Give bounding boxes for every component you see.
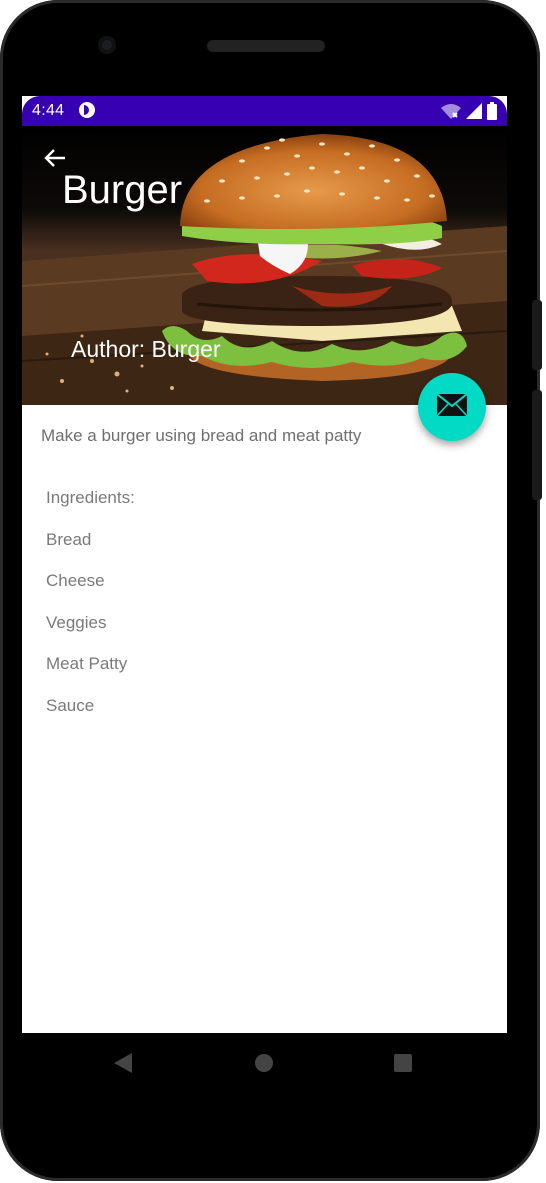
battery-icon [487,102,497,120]
ingredient-item: Cheese [46,571,105,590]
ingredient-item: Meat Patty [46,654,128,673]
wifi-icon [441,103,461,119]
nav-back-icon[interactable] [114,1053,132,1078]
front-camera [98,36,116,54]
nav-home-icon[interactable] [255,1054,273,1072]
status-icons [441,101,497,121]
recipe-description: Make a burger using bread and meat patty [41,426,362,445]
system-nav-bar [22,1033,507,1093]
ingredients-list: Ingredients: Bread Cheese Veggies Meat P… [46,488,135,737]
app-notification-icon [79,102,95,118]
nav-recents-icon[interactable] [394,1054,412,1072]
page-title: Burger [62,168,183,212]
status-time: 4:44 [32,102,65,119]
mail-icon [436,392,468,421]
signal-icon [466,103,482,119]
earpiece-speaker [207,40,325,52]
screen: 4:44 Burger Author: Burger Make a burger… [22,96,507,1033]
status-bar: 4:44 [22,96,507,126]
collapsing-header: Burger Author: Burger [22,126,507,405]
power-button [532,300,542,370]
ingredient-item: Bread [46,529,92,549]
ingredients-heading: Ingredients: [46,488,135,507]
ingredient-item: Sauce [46,695,95,715]
author-label: Author: Burger [71,336,221,362]
send-email-button[interactable] [418,373,486,441]
ingredient-item: Veggies [46,612,107,632]
volume-button [532,390,542,500]
